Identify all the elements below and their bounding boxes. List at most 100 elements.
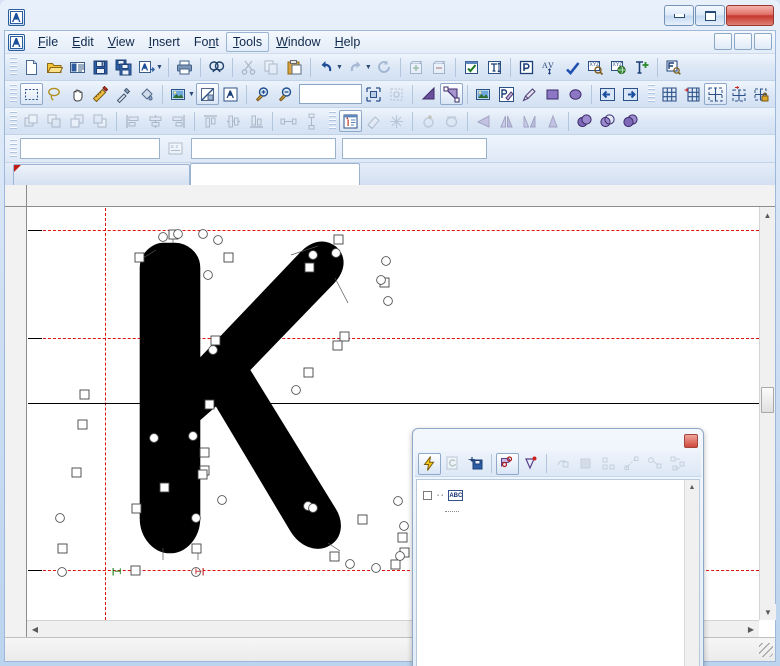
intersect-icon[interactable] bbox=[596, 110, 619, 132]
slant-icon[interactable] bbox=[541, 110, 564, 132]
remove-glyph-icon[interactable] bbox=[428, 56, 451, 78]
open-installed-font-icon[interactable] bbox=[66, 56, 89, 78]
tangent-check-icon[interactable] bbox=[643, 453, 666, 475]
font-inspector-icon[interactable] bbox=[662, 56, 685, 78]
redo-icon[interactable] bbox=[344, 56, 367, 78]
menu-item-help[interactable]: Help bbox=[328, 32, 368, 52]
toolbar-grip[interactable] bbox=[329, 111, 336, 131]
align-middle-icon[interactable] bbox=[222, 110, 245, 132]
insert-character-icon[interactable] bbox=[630, 56, 653, 78]
direction-check-icon[interactable] bbox=[551, 453, 574, 475]
zoom-region-icon[interactable] bbox=[385, 83, 408, 105]
validation-vertical-scrollbar[interactable]: ▲ ▼ bbox=[684, 480, 699, 666]
chevron-down-icon[interactable] bbox=[142, 140, 157, 157]
menu-item-file[interactable]: File bbox=[31, 32, 65, 52]
tree-expander-icon[interactable] bbox=[423, 490, 432, 500]
zoom-out-icon[interactable] bbox=[274, 83, 297, 105]
subtract-icon[interactable] bbox=[619, 110, 642, 132]
chevron-down-icon[interactable] bbox=[318, 140, 333, 157]
scroll-right-icon[interactable]: ▶ bbox=[743, 621, 759, 637]
menu-item-view[interactable]: View bbox=[101, 32, 142, 52]
new-icon[interactable] bbox=[20, 56, 43, 78]
lasso-icon[interactable] bbox=[43, 83, 66, 105]
maximize-button[interactable] bbox=[695, 5, 725, 26]
align-bottom-icon[interactable] bbox=[245, 110, 268, 132]
menu-item-insert[interactable]: Insert bbox=[142, 32, 187, 52]
flip-vertical-icon[interactable] bbox=[518, 110, 541, 132]
mdi-minimize-button[interactable] bbox=[714, 33, 732, 50]
menu-app-icon[interactable] bbox=[8, 33, 25, 51]
export-font-icon[interactable] bbox=[135, 56, 158, 78]
mdi-close-button[interactable] bbox=[754, 33, 772, 50]
validate-icon[interactable] bbox=[460, 56, 483, 78]
snap-to-guidelines-icon[interactable] bbox=[727, 83, 750, 105]
point-check-icon[interactable] bbox=[519, 453, 542, 475]
vertical-ruler[interactable] bbox=[5, 185, 27, 637]
add-extremes-icon[interactable] bbox=[417, 110, 440, 132]
align-right-icon[interactable] bbox=[167, 110, 190, 132]
validation-close-icon[interactable] bbox=[684, 434, 698, 448]
save-icon[interactable] bbox=[89, 56, 112, 78]
canvas-vertical-scrollbar[interactable]: ▲ ▼ bbox=[759, 207, 776, 620]
fill-bucket-icon[interactable] bbox=[135, 83, 158, 105]
refresh-validation-icon[interactable] bbox=[441, 453, 464, 475]
copy-icon[interactable] bbox=[260, 56, 283, 78]
straight-segment-icon[interactable] bbox=[417, 83, 440, 105]
send-to-back-icon[interactable] bbox=[89, 110, 112, 132]
previous-glyph-icon[interactable] bbox=[596, 83, 619, 105]
glyph-properties-icon[interactable] bbox=[339, 110, 362, 132]
sort-az-icon[interactable]: az bbox=[164, 138, 187, 160]
show-grid-icon[interactable] bbox=[658, 83, 681, 105]
menu-item-window[interactable]: Window bbox=[269, 32, 327, 52]
zoom-in-icon[interactable] bbox=[251, 83, 274, 105]
save-all-icon[interactable] bbox=[112, 56, 135, 78]
horizontal-ruler[interactable] bbox=[5, 185, 775, 207]
validation-panel[interactable]: ·· ABC ▲ ▼ bbox=[412, 428, 704, 666]
align-center-icon[interactable] bbox=[144, 110, 167, 132]
align-left-icon[interactable] bbox=[121, 110, 144, 132]
scroll-up-icon[interactable]: ▲ bbox=[685, 480, 699, 494]
pan-hand-icon[interactable] bbox=[66, 83, 89, 105]
align-top-icon[interactable] bbox=[199, 110, 222, 132]
menu-item-tools[interactable]: Tools bbox=[225, 32, 270, 52]
bring-forward-icon[interactable] bbox=[43, 110, 66, 132]
image-object-icon[interactable] bbox=[472, 83, 495, 105]
mdi-restore-button[interactable] bbox=[734, 33, 752, 50]
freehand-icon[interactable] bbox=[495, 83, 518, 105]
toolbar-grip[interactable] bbox=[648, 84, 655, 104]
show-guidelines-icon[interactable] bbox=[704, 83, 727, 105]
validation-results-list[interactable]: ·· ABC ▲ ▼ bbox=[416, 479, 700, 666]
ellipse-icon[interactable] bbox=[564, 83, 587, 105]
kerning-icon[interactable]: AV bbox=[538, 56, 561, 78]
find-icon[interactable] bbox=[205, 56, 228, 78]
tab-k-rodscript-two-int[interactable] bbox=[190, 163, 360, 185]
tab-rodscript-two-int[interactable] bbox=[13, 164, 190, 185]
select-rectangle-icon[interactable] bbox=[20, 83, 43, 105]
zoom-level-combobox[interactable] bbox=[298, 84, 362, 104]
add-glyph-icon[interactable] bbox=[405, 56, 428, 78]
glyph-name-combobox[interactable] bbox=[342, 138, 487, 159]
paste-icon[interactable] bbox=[283, 56, 306, 78]
refresh-icon[interactable] bbox=[373, 56, 396, 78]
close-contour-icon[interactable] bbox=[440, 110, 463, 132]
minimize-button[interactable] bbox=[664, 5, 694, 26]
extrema-check-icon[interactable] bbox=[597, 453, 620, 475]
web-font-icon[interactable]: XYZ bbox=[607, 56, 630, 78]
scroll-up-icon[interactable]: ▲ bbox=[760, 207, 775, 223]
menu-item-edit[interactable]: Edit bbox=[65, 32, 101, 52]
curve-segment-icon[interactable] bbox=[440, 83, 463, 105]
insert-image-icon[interactable] bbox=[167, 83, 190, 105]
contour-check-icon[interactable] bbox=[496, 452, 519, 475]
next-glyph-icon[interactable] bbox=[619, 83, 642, 105]
rotate-icon[interactable] bbox=[472, 110, 495, 132]
glyph-index-combobox[interactable] bbox=[191, 138, 336, 159]
eyedropper-icon[interactable] bbox=[112, 83, 135, 105]
lock-guidelines-icon[interactable] bbox=[750, 83, 773, 105]
remove-overlap-icon[interactable] bbox=[385, 110, 408, 132]
scroll-left-icon[interactable]: ◀ bbox=[27, 621, 43, 637]
union-icon[interactable] bbox=[573, 110, 596, 132]
node-check-icon[interactable] bbox=[666, 453, 689, 475]
rectangle-icon[interactable] bbox=[541, 83, 564, 105]
run-validation-icon[interactable] bbox=[418, 452, 441, 475]
print-icon[interactable] bbox=[173, 56, 196, 78]
